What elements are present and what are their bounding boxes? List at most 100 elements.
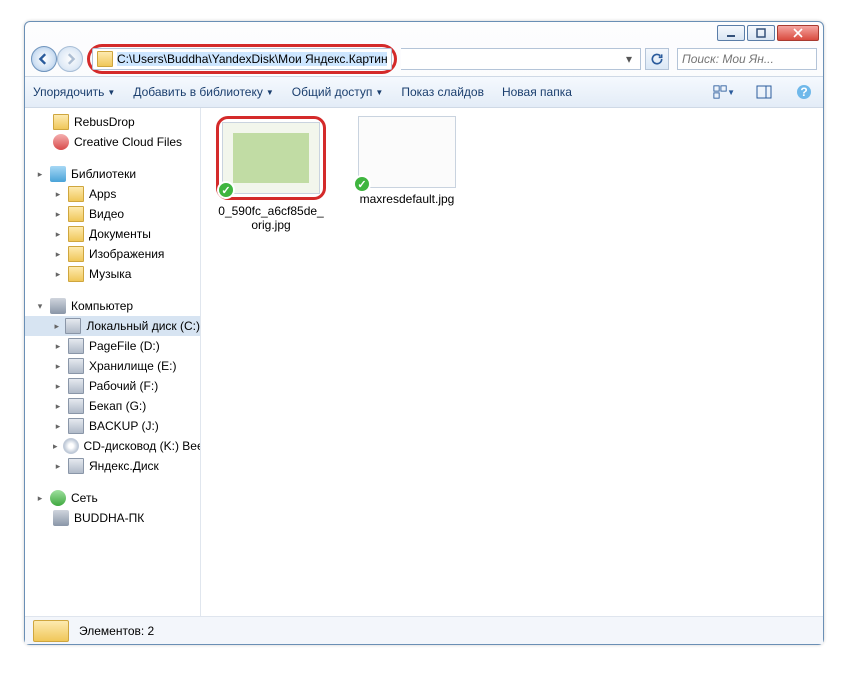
folder-icon [53, 114, 69, 130]
sidebar-computer-header[interactable]: ▾ Компьютер [25, 296, 200, 316]
preview-pane-button[interactable] [753, 81, 775, 103]
folder-icon [97, 51, 113, 67]
expand-icon[interactable]: ▸ [35, 169, 45, 180]
sidebar-item-pictures[interactable]: ▸Изображения [25, 244, 200, 264]
address-bar[interactable] [92, 48, 392, 70]
address-highlight [87, 44, 397, 74]
sidebar-label: Сеть [71, 491, 98, 505]
drive-icon [68, 418, 84, 434]
sidebar-label: Изображения [89, 247, 164, 261]
file-name: 0_590fc_a6cf85de_orig.jpg [216, 204, 326, 233]
sidebar: RebusDrop Creative Cloud Files ▸ Библиоте… [25, 108, 201, 616]
address-extra: ▾ [401, 48, 641, 70]
sidebar-label: Apps [89, 187, 116, 201]
sidebar-item-drive-g[interactable]: ▸Бекап (G:) [25, 396, 200, 416]
sidebar-item-videos[interactable]: ▸Видео [25, 204, 200, 224]
sidebar-item-network-pc[interactable]: BUDDHA-ПК [25, 508, 200, 528]
sidebar-label: BUDDHA-ПК [74, 511, 144, 525]
view-menu[interactable]: ▼ [713, 81, 735, 103]
file-item[interactable]: ✓ maxresdefault.jpg [347, 116, 467, 206]
drive-icon [65, 318, 81, 334]
search-input[interactable] [682, 52, 812, 66]
sidebar-label: Бекап (G:) [89, 399, 146, 413]
sync-ok-icon: ✓ [217, 181, 235, 199]
thumbnail: ✓ [358, 116, 456, 188]
sidebar-label: BACKUP (J:) [89, 419, 159, 433]
libraries-icon [50, 166, 66, 182]
refresh-button[interactable] [645, 48, 669, 70]
sidebar-item-documents[interactable]: ▸Документы [25, 224, 200, 244]
music-icon [68, 266, 84, 282]
sidebar-item-apps[interactable]: ▸Apps [25, 184, 200, 204]
computer-icon [53, 510, 69, 526]
sidebar-item-rebusdrop[interactable]: RebusDrop [25, 112, 200, 132]
sidebar-item-cd-drive[interactable]: ▸CD-дисковод (K:) Bee [25, 436, 200, 456]
adobe-icon [53, 134, 69, 150]
chevron-down-icon[interactable]: ▾ [620, 52, 638, 66]
sync-ok-icon: ✓ [353, 175, 371, 193]
sidebar-item-drive-d[interactable]: ▸PageFile (D:) [25, 336, 200, 356]
nav-row: ▾ [25, 42, 823, 76]
address-input[interactable] [117, 52, 387, 66]
content-pane[interactable]: ✓ 0_590fc_a6cf85de_orig.jpg ✓ maxresdefa… [201, 108, 823, 616]
sidebar-label: RebusDrop [74, 115, 135, 129]
share-menu[interactable]: Общий доступ▼ [292, 85, 384, 99]
file-name: maxresdefault.jpg [360, 192, 455, 206]
slideshow-button[interactable]: Показ слайдов [401, 85, 484, 99]
sidebar-label: Библиотеки [71, 167, 136, 181]
sidebar-libraries-header[interactable]: ▸ Библиотеки [25, 164, 200, 184]
status-text: Элементов: 2 [79, 624, 154, 638]
computer-icon [50, 298, 66, 314]
sidebar-label: Компьютер [71, 299, 133, 313]
back-button[interactable] [31, 46, 57, 72]
drive-icon [68, 378, 84, 394]
network-icon [50, 490, 66, 506]
toolbar: Упорядочить▼ Добавить в библиотеку▼ Общи… [25, 76, 823, 108]
add-to-library-menu[interactable]: Добавить в библиотеку▼ [133, 85, 273, 99]
sidebar-item-drive-f[interactable]: ▸Рабочий (F:) [25, 376, 200, 396]
documents-icon [68, 226, 84, 242]
sidebar-item-music[interactable]: ▸Музыка [25, 264, 200, 284]
sidebar-item-drive-c[interactable]: ▸Локальный диск (C:) [25, 316, 200, 336]
explorer-window: ▾ Упорядочить▼ Добавить в библиотеку▼ Об… [24, 21, 824, 645]
sidebar-label: Creative Cloud Files [74, 135, 182, 149]
svg-text:?: ? [800, 85, 807, 99]
cd-icon [63, 438, 79, 454]
close-button[interactable] [777, 25, 819, 41]
sidebar-label: Музыка [89, 267, 131, 281]
drive-icon [68, 358, 84, 374]
sidebar-label: Локальный диск (C:) [86, 319, 200, 333]
file-highlight: ✓ [216, 116, 326, 200]
sidebar-item-yandex-disk[interactable]: ▸Яндекс.Диск [25, 456, 200, 476]
titlebar [25, 22, 823, 42]
folder-icon [68, 186, 84, 202]
organize-menu[interactable]: Упорядочить▼ [33, 85, 115, 99]
drive-icon [68, 458, 84, 474]
search-box[interactable] [677, 48, 817, 70]
thumbnail: ✓ [222, 122, 320, 194]
sidebar-label: Документы [89, 227, 151, 241]
pictures-icon [68, 246, 84, 262]
minimize-button[interactable] [717, 25, 745, 41]
maximize-button[interactable] [747, 25, 775, 41]
forward-button[interactable] [57, 46, 83, 72]
sidebar-label: CD-дисковод (K:) Bee [84, 439, 201, 453]
folder-icon [33, 620, 69, 642]
sidebar-item-drive-j[interactable]: ▸BACKUP (J:) [25, 416, 200, 436]
collapse-icon[interactable]: ▾ [35, 301, 45, 312]
sidebar-item-creative-cloud[interactable]: Creative Cloud Files [25, 132, 200, 152]
sidebar-label: PageFile (D:) [89, 339, 160, 353]
sidebar-label: Видео [89, 207, 124, 221]
drive-icon [68, 338, 84, 354]
help-button[interactable]: ? [793, 81, 815, 103]
file-item[interactable]: ✓ 0_590fc_a6cf85de_orig.jpg [211, 116, 331, 233]
sidebar-label: Хранилище (E:) [89, 359, 176, 373]
status-bar: Элементов: 2 [25, 616, 823, 644]
sidebar-label: Рабочий (F:) [89, 379, 158, 393]
drive-icon [68, 398, 84, 414]
sidebar-network-header[interactable]: ▸Сеть [25, 488, 200, 508]
sidebar-item-drive-e[interactable]: ▸Хранилище (E:) [25, 356, 200, 376]
sidebar-label: Яндекс.Диск [89, 459, 159, 473]
video-icon [68, 206, 84, 222]
new-folder-button[interactable]: Новая папка [502, 85, 572, 99]
